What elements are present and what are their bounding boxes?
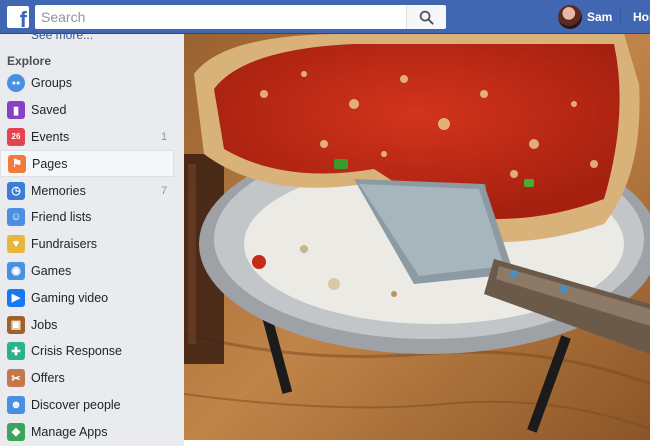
events-icon: 26 [7, 127, 25, 146]
sidebar-item-label: Jobs [31, 317, 58, 332]
sidebar-item-memories[interactable]: ◷ Memories 7 [0, 177, 184, 204]
sidebar-item-gaming-video[interactable]: ▶ Gaming video [0, 284, 184, 311]
photo-bottom-strip [184, 440, 650, 446]
sidebar-item-count: 7 [161, 184, 168, 197]
gaming-video-icon: ▶ [7, 288, 25, 307]
sidebar-item-fundraisers[interactable]: ♥ Fundraisers [0, 231, 184, 258]
pizza-photo[interactable] [184, 34, 650, 446]
left-sidebar: See more... Explore ●● Groups ▮ Saved 26 Even… [0, 28, 184, 446]
explore-nav: ●● Groups ▮ Saved 26 Events 1 ⚑ Pages ◷ Memories 7 ☺… [0, 70, 184, 445]
games-icon: ◉ [7, 261, 25, 280]
discover-people-icon: ☻ [7, 395, 25, 414]
avatar[interactable] [558, 5, 582, 29]
home-link[interactable]: Hom [633, 10, 650, 24]
sidebar-item-jobs[interactable]: ▣ Jobs [0, 311, 184, 338]
search-icon [419, 10, 434, 25]
sidebar-item-manage-apps[interactable]: ◆ Manage Apps [0, 418, 184, 445]
sidebar-item-offers[interactable]: ✂ Offers [0, 365, 184, 392]
saved-icon: ▮ [7, 101, 25, 120]
sidebar-item-label: Offers [31, 371, 65, 386]
search-button[interactable] [406, 5, 446, 29]
sidebar-item-count: 1 [161, 130, 168, 143]
top-navigation-bar: f Sam Hom [0, 0, 650, 34]
sidebar-item-label: Games [31, 263, 72, 278]
sidebar-item-label: Crisis Response [31, 344, 123, 359]
sidebar-item-events[interactable]: 26 Events 1 [0, 124, 184, 151]
friend-lists-icon: ☺ [7, 208, 25, 227]
manage-apps-icon: ◆ [7, 422, 25, 441]
sidebar-item-pages[interactable]: ⚑ Pages [0, 150, 174, 178]
sidebar-item-saved[interactable]: ▮ Saved [0, 97, 184, 124]
sidebar-item-friend-lists[interactable]: ☺ Friend lists [0, 204, 184, 231]
logo-letter: f [19, 7, 27, 29]
divider [620, 9, 621, 25]
sidebar-item-label: Pages [32, 156, 68, 171]
sidebar-item-label: Manage Apps [31, 424, 108, 439]
pizza-image [184, 34, 650, 446]
sidebar-item-label: Fundraisers [31, 237, 97, 252]
sidebar-item-label: Gaming video [31, 290, 109, 305]
search-input[interactable] [35, 5, 406, 29]
offers-icon: ✂ [7, 369, 25, 388]
sidebar-item-discover-people[interactable]: ☻ Discover people [0, 392, 184, 419]
groups-icon: ●● [7, 74, 25, 93]
sidebar-item-groups[interactable]: ●● Groups [0, 70, 184, 97]
pages-icon: ⚑ [8, 154, 26, 173]
sidebar-item-label: Memories [31, 183, 86, 198]
sidebar-item-crisis-response[interactable]: ✚ Crisis Response [0, 338, 184, 365]
sidebar-item-label: Groups [31, 76, 72, 91]
jobs-icon: ▣ [7, 315, 25, 334]
crisis-response-icon: ✚ [7, 342, 25, 361]
fundraisers-icon: ♥ [7, 235, 25, 254]
explore-heading: Explore [7, 54, 52, 68]
sidebar-item-label: Events [31, 129, 70, 144]
sidebar-item-label: Friend lists [31, 210, 92, 225]
sidebar-item-label: Discover people [31, 397, 121, 412]
sidebar-item-label: Saved [31, 103, 67, 118]
see-more-link[interactable]: See more... [31, 28, 93, 42]
facebook-logo[interactable]: f [7, 6, 29, 28]
sidebar-item-games[interactable]: ◉ Games [0, 258, 184, 285]
memories-icon: ◷ [7, 181, 25, 200]
profile-name-link[interactable]: Sam [587, 10, 612, 24]
